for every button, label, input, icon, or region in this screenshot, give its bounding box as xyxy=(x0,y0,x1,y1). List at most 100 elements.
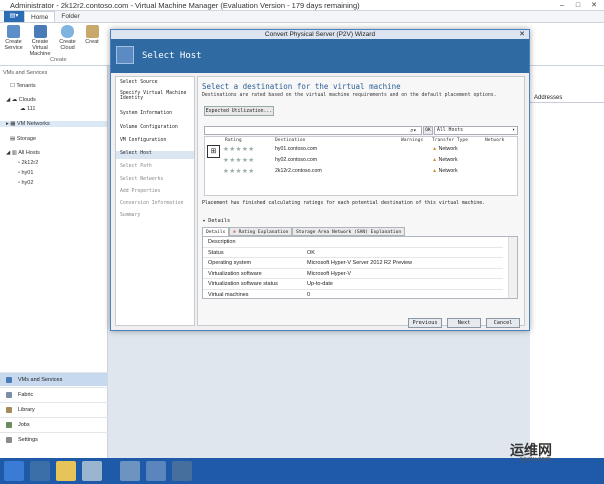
workspace-jobs[interactable]: Jobs xyxy=(0,417,108,431)
maximize-icon[interactable]: □ xyxy=(570,0,586,11)
minimize-icon[interactable]: – xyxy=(554,0,570,11)
next-button[interactable]: Next xyxy=(447,318,481,328)
detail-row: Operating system Microsoft Hyper-V Server… xyxy=(203,258,503,269)
step-item[interactable]: System Information xyxy=(120,111,172,116)
transfer-icon: ▲ xyxy=(432,146,438,152)
detail-row: Virtualization software Microsoft Hyper-V xyxy=(203,269,503,279)
error-icon: ⊗ xyxy=(233,230,236,235)
watermark-url: iyunv.com xyxy=(520,456,551,463)
app-icon[interactable] xyxy=(82,461,102,481)
nav-item-all-hosts[interactable]: ◢ ▥ All Hosts xyxy=(6,150,40,156)
cloud-icon xyxy=(61,25,74,38)
nav-item-cloud-111[interactable]: ☁ 111 xyxy=(20,106,35,112)
content-heading: Select a destination for the virtual mac… xyxy=(202,82,401,91)
create-vm-button[interactable]: Create Virtual Machine xyxy=(26,25,54,57)
previous-button[interactable]: Previous xyxy=(408,318,442,328)
workspace-settings[interactable]: Settings xyxy=(0,432,108,446)
step-item[interactable]: VM Configuration xyxy=(120,138,166,143)
jobs-icon xyxy=(6,422,12,428)
detail-row: Status OK xyxy=(203,248,503,258)
close-icon[interactable]: ✕ xyxy=(586,0,602,11)
step-item: Select Networks xyxy=(120,177,164,182)
explorer-icon[interactable] xyxy=(56,461,76,481)
table-row[interactable]: ★★★★★ hy01.contoso.com ▲ Network xyxy=(205,145,517,155)
column-header-transfer-type[interactable]: Transfer Type xyxy=(432,138,468,143)
column-header-rating[interactable]: Rating xyxy=(225,138,242,143)
wizard-content: Select a destination for the virtual mac… xyxy=(197,76,525,326)
tab-rating-explanation[interactable]: ⊗ Rating Explanation xyxy=(229,227,293,236)
transfer-icon: ▲ xyxy=(432,168,438,174)
detail-row: Description xyxy=(203,237,503,248)
nav-item-storage[interactable]: ▤ Storage xyxy=(10,136,36,142)
nav-item-host[interactable]: ▫ 2k12r2 xyxy=(18,160,38,166)
rating-stars: ★★★★★ xyxy=(223,157,255,164)
fabric-icon xyxy=(6,392,12,398)
details-scrollbar[interactable] xyxy=(508,237,517,298)
nav-item-tenants[interactable]: ☐ Tenants xyxy=(10,83,36,89)
step-item[interactable]: Volume Configuration xyxy=(120,125,178,130)
create-service-button[interactable]: Create Service xyxy=(2,25,25,51)
create-icon xyxy=(85,25,99,38)
nav-item-host[interactable]: ▫ hy01 xyxy=(18,170,33,176)
host-table: Rating Destination Warnings Transfer Typ… xyxy=(204,136,518,196)
expected-utilization-button[interactable]: Expected Utilization... xyxy=(204,106,274,116)
wizard-icon xyxy=(116,46,134,64)
table-row[interactable]: ★★★★★ 2k12r2.contoso.com ▲ Network xyxy=(205,167,517,177)
column-header-network[interactable]: Network xyxy=(485,138,504,143)
search-icon[interactable] xyxy=(120,461,140,481)
cancel-button[interactable]: Cancel xyxy=(486,318,520,328)
column-header-warnings[interactable]: Warnings xyxy=(401,138,423,143)
dialog-header-title: Select Host xyxy=(142,51,202,61)
details-tabs: Details ⊗ Rating Explanation Storage Are… xyxy=(202,227,518,236)
step-item-current[interactable]: Select Host xyxy=(116,151,194,159)
table-row[interactable]: ★★★★★ hy02.contoso.com ▲ Network xyxy=(205,156,517,166)
details-toggle[interactable]: ◂ Details xyxy=(202,218,230,224)
vmm-icon[interactable] xyxy=(172,461,192,481)
vm-icon xyxy=(33,25,47,38)
step-item[interactable]: Select Source xyxy=(120,80,158,85)
row-transfer: ▲ Network xyxy=(432,157,458,163)
content-subtitle: Destinations are rated based on the virt… xyxy=(202,93,497,98)
file-menu-button[interactable]: ▤▾ xyxy=(4,11,24,22)
filter-ok-button[interactable]: OK xyxy=(423,126,433,135)
step-item: Add Properties xyxy=(120,189,161,194)
ribbon-group-label: Create xyxy=(50,57,67,63)
workspace-vms-and-services[interactable]: VMs and Services xyxy=(0,372,108,386)
start-icon[interactable] xyxy=(4,461,24,481)
create-more-button[interactable]: Creat xyxy=(82,25,102,45)
create-cloud-button[interactable]: Create Cloud xyxy=(56,25,79,51)
window-title: Administrator - 2k12r2.contoso.com - Vir… xyxy=(10,0,360,10)
tab-folder[interactable]: Folder xyxy=(55,11,85,22)
details-table: Description Status OK Operating system Mic… xyxy=(202,236,518,299)
row-destination: 2k12r2.contoso.com xyxy=(275,168,322,174)
row-transfer: ▲ Network xyxy=(432,146,458,152)
dialog-header: Select Host xyxy=(111,39,529,73)
column-header-destination[interactable]: Destination xyxy=(275,138,305,143)
step-item[interactable]: Specify Virtual Machine Identity xyxy=(120,91,192,101)
step-item: Select Path xyxy=(120,164,152,169)
search-icon: ⌕▾ xyxy=(410,128,416,134)
dialog-close-icon[interactable]: ✕ xyxy=(519,30,525,39)
dialog-titlebar: Convert Physical Server (P2V) Wizard ✕ xyxy=(111,30,529,39)
transfer-icon: ▲ xyxy=(432,157,438,163)
rating-stars: ★★★★★ xyxy=(223,146,255,153)
row-transfer: ▲ Network xyxy=(432,168,458,174)
workspace-fabric[interactable]: Fabric xyxy=(0,387,108,401)
vms-icon xyxy=(6,377,12,383)
tab-details[interactable]: Details xyxy=(202,227,230,236)
window-titlebar: Administrator - 2k12r2.contoso.com - Vir… xyxy=(0,0,604,11)
nav-item-clouds[interactable]: ◢ ☁ Clouds xyxy=(6,97,36,103)
app-icon[interactable] xyxy=(146,461,166,481)
host-filter-select[interactable]: All Hosts ▾ xyxy=(434,126,518,135)
row-destination: hy01.contoso.com xyxy=(275,146,318,152)
column-header-addresses[interactable]: Addresses xyxy=(530,93,604,103)
nav-item-vm-networks[interactable]: ▸ ▦ VM Networks xyxy=(0,121,107,127)
taskbar xyxy=(0,458,604,484)
row-destination: hy02.contoso.com xyxy=(275,157,318,163)
nav-item-host[interactable]: ▫ hy02 xyxy=(18,180,33,186)
tab-san-explanation[interactable]: Storage Area Network (SAN) Explanation xyxy=(292,227,406,236)
tab-home[interactable]: Home xyxy=(24,11,56,22)
workspace-library[interactable]: Library xyxy=(0,402,108,416)
server-manager-icon[interactable] xyxy=(30,461,50,481)
host-search-input[interactable]: ⌕▾ xyxy=(204,126,422,135)
